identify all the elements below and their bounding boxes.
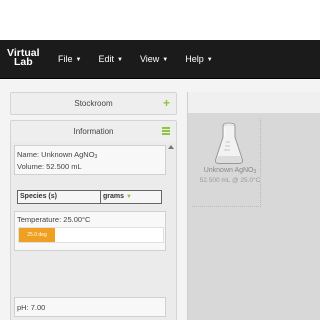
flask-name: Unknown AgNO3 <box>192 167 268 175</box>
menu-view[interactable]: View ▼ <box>140 40 168 78</box>
ph-label: pH: 7.00 <box>17 303 46 312</box>
chevron-down-icon: ▼ <box>125 194 132 200</box>
menu-help[interactable]: Help ▼ <box>185 40 212 78</box>
information-title: Information <box>73 127 114 136</box>
menu-help-label: Help <box>185 54 204 64</box>
temperature-bar: 25.0 deg <box>19 228 55 242</box>
workbench-header <box>188 92 320 114</box>
workbench-area: Unknown AgNO3 52.500 mL @ 25.0°C <box>188 114 320 320</box>
chevron-down-icon: ▼ <box>162 57 169 63</box>
information-panel-body: Name: Unknown AgNO3 Volume: 52.500 mL Sp… <box>10 142 177 320</box>
temperature-label: Temperature: 25.00°C <box>17 215 91 224</box>
temperature-bar-track: 25.0 deg <box>18 227 164 243</box>
menu-view-label: View <box>139 54 160 64</box>
menu-edit[interactable]: Edit ▼ <box>98 40 122 78</box>
menu-icon[interactable] <box>162 127 170 135</box>
flask-name-text: Unknown AgNO <box>203 167 254 174</box>
chevron-down-icon: ▼ <box>206 57 213 63</box>
species-column-header: Species (s) <box>20 193 57 200</box>
ph-card: pH: 7.00 <box>14 297 166 317</box>
solution-name: Name: Unknown AgNO3 <box>15 146 165 162</box>
flask-name-subscript: 3 <box>253 169 257 175</box>
main-menu: File ▼ Edit ▼ View ▼ Help ▼ <box>58 40 230 78</box>
temperature-bar-label: 25.0 deg <box>27 232 47 238</box>
menu-edit-label: Edit <box>98 54 114 64</box>
flask-detail: 52.500 mL @ 25.0°C <box>199 177 261 184</box>
erlenmeyer-flask-icon[interactable] <box>214 122 244 166</box>
stockroom-panel-header[interactable]: Stockroom + <box>10 92 177 115</box>
stockroom-title: Stockroom <box>74 99 113 108</box>
logo-line-2: Lab <box>14 56 33 68</box>
app-logo[interactable]: Virtual Lab <box>7 48 43 71</box>
grams-label: grams <box>103 193 125 200</box>
information-panel-header[interactable]: Information <box>10 120 177 143</box>
flask-slot[interactable]: Unknown AgNO3 52.500 mL @ 25.0°C <box>192 118 261 207</box>
virtual-lab-app: Virtual Lab File ▼ Edit ▼ View ▼ Help ▼ Stoc… <box>0 0 320 320</box>
grams-column-header[interactable]: grams ▼ <box>100 191 132 203</box>
left-column: Stockroom + Information Name: Unknown Ag… <box>10 92 177 320</box>
workbench: Unknown AgNO3 52.500 mL @ 25.0°C <box>187 92 320 320</box>
solution-name-subscript: 3 <box>94 154 98 160</box>
plus-icon[interactable]: + <box>163 93 170 113</box>
menu-file[interactable]: File ▼ <box>58 40 81 78</box>
solution-info-card: Name: Unknown AgNO3 Volume: 52.500 mL <box>14 145 166 175</box>
navbar: Virtual Lab File ▼ Edit ▼ View ▼ Help ▼ <box>0 40 320 79</box>
solution-name-text: Name: Unknown AgNO <box>17 150 95 159</box>
main-area: Stockroom + Information Name: Unknown Ag… <box>0 79 320 320</box>
scroll-up-arrow-icon[interactable] <box>168 145 174 149</box>
species-table-header: Species (s) grams ▼ <box>17 190 162 204</box>
chevron-down-icon: ▼ <box>75 57 82 63</box>
temperature-card: Temperature: 25.00°C 25.0 deg <box>14 211 166 251</box>
chevron-down-icon: ▼ <box>116 57 123 63</box>
info-scrollbar[interactable] <box>167 145 175 320</box>
menu-file-label: File <box>58 54 73 64</box>
solution-volume: Volume: 52.500 mL <box>17 162 82 171</box>
